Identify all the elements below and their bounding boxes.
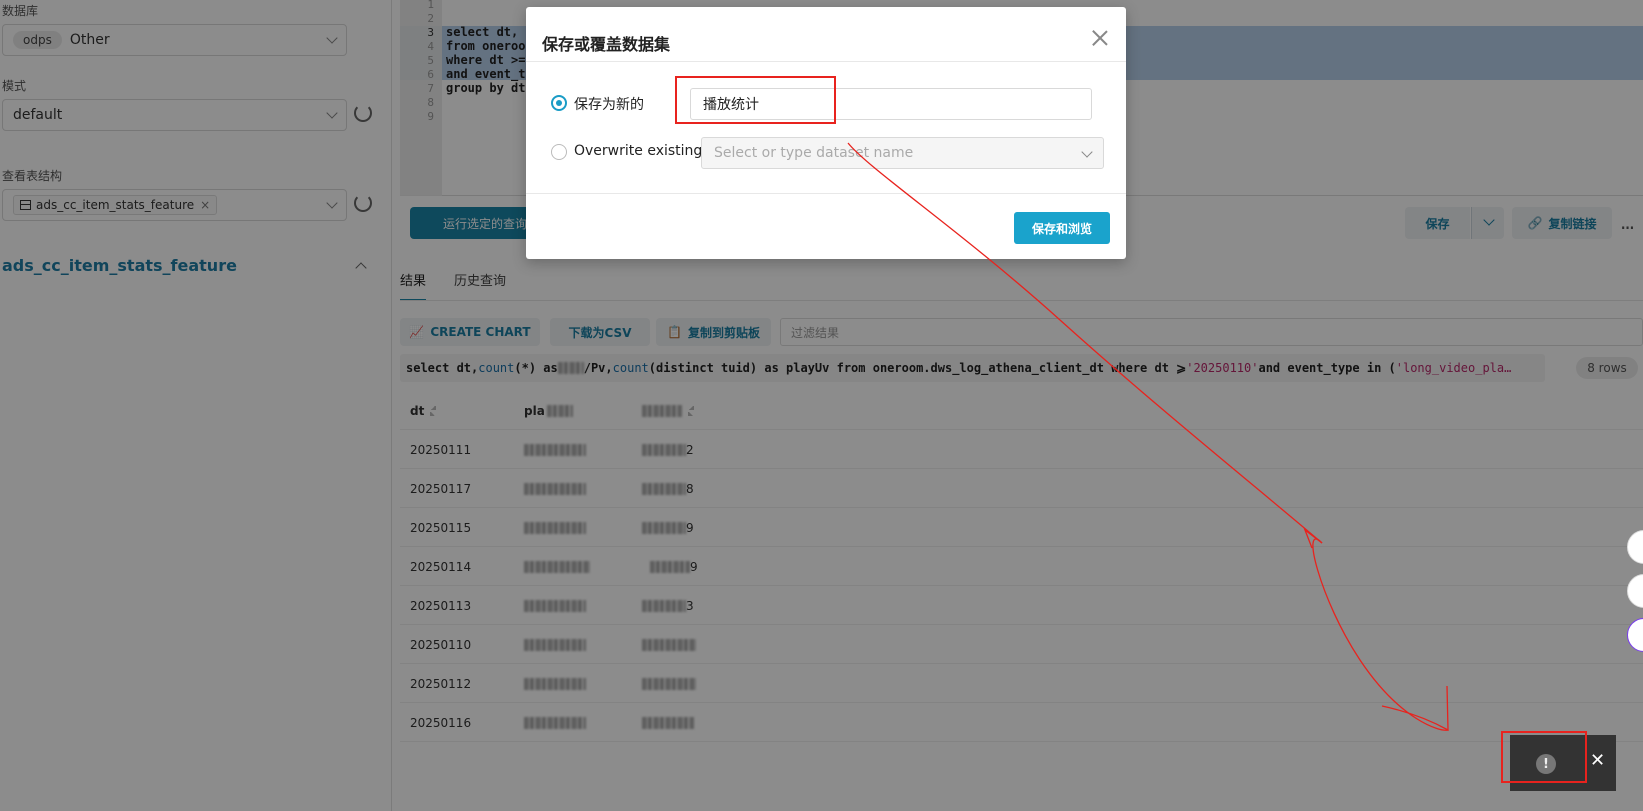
divider [526, 193, 1126, 194]
overwrite-existing-label: Overwrite existing [574, 143, 703, 159]
save-as-new-label: 保存为新的 [574, 97, 644, 113]
overwrite-existing-radio[interactable] [551, 144, 567, 160]
divider [526, 61, 1126, 62]
save-and-browse-button[interactable]: 保存和浏览 [1014, 212, 1110, 244]
save-dataset-dialog: 保存或覆盖数据集 保存为新的 播放统计 Overwrite existing S… [526, 7, 1126, 259]
dialog-title: 保存或覆盖数据集 [542, 35, 671, 54]
close-icon[interactable]: ✕ [1590, 750, 1605, 771]
overwrite-dataset-select[interactable]: Select or type dataset name [701, 137, 1104, 169]
annotation-box [1501, 731, 1587, 783]
close-icon[interactable] [1089, 27, 1111, 49]
chevron-down-icon [1081, 146, 1093, 158]
annotation-box [675, 76, 836, 124]
save-as-new-radio[interactable] [551, 95, 567, 111]
overwrite-dataset-placeholder: Select or type dataset name [714, 145, 914, 161]
